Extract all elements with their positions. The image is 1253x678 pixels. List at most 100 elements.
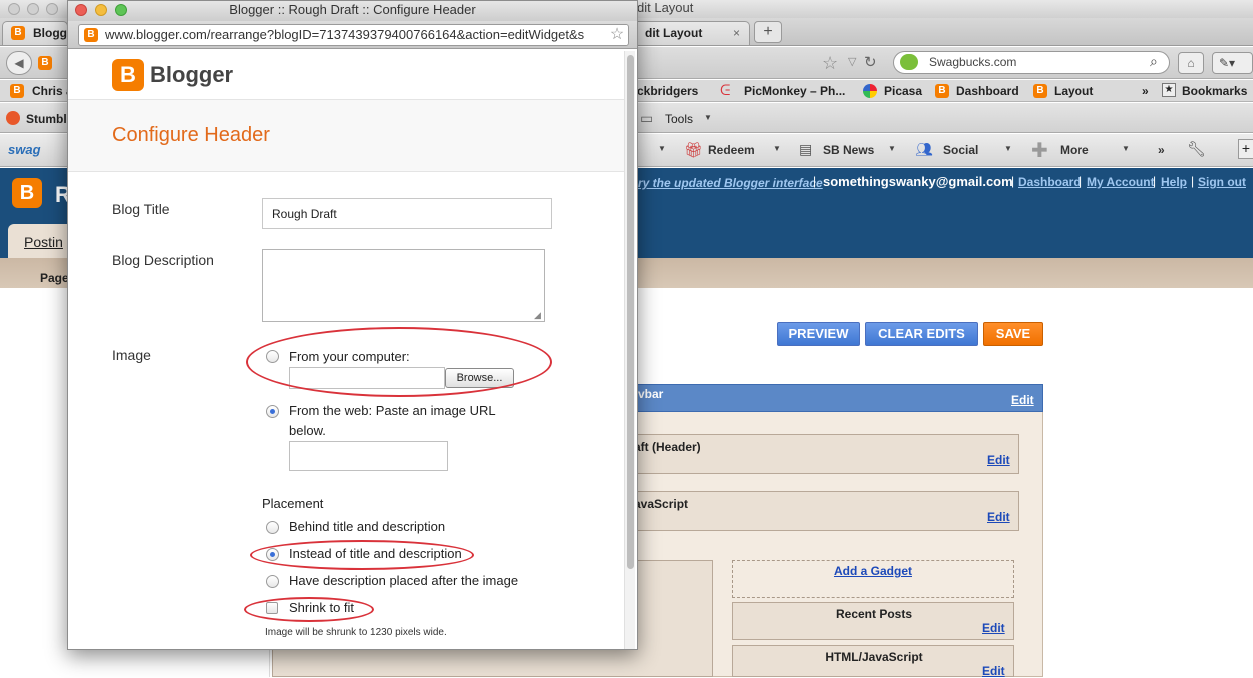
separator: | — [813, 174, 817, 188]
search-field[interactable]: Swagbucks.com ⌕ — [893, 51, 1170, 74]
from-web-label-continued: below. — [289, 423, 326, 438]
blogger-favicon-icon: B — [1033, 84, 1047, 98]
swagbucks-search-icon — [900, 54, 918, 70]
swagbucks-logo: swag — [8, 142, 41, 157]
home-icon[interactable]: ⌂ — [1178, 52, 1204, 74]
clear-edits-button[interactable]: CLEAR EDITS — [865, 322, 978, 346]
chevron-down-icon: ▼ — [704, 113, 712, 122]
pages-link[interactable]: Page — [40, 271, 69, 285]
new-tab-button[interactable]: + — [754, 21, 782, 43]
shrink-note: Image will be shrunk to 1230 pixels wide… — [265, 627, 447, 638]
bookmark-item[interactable]: Layout — [1054, 83, 1093, 99]
popup-title-bar: Blogger :: Rough Draft :: Configure Head… — [68, 1, 637, 21]
image-url-input[interactable] — [289, 441, 448, 471]
blogger-favicon-icon: B — [84, 28, 98, 42]
html-javascript-edit-link[interactable]: Edit — [982, 664, 1005, 678]
swagbar-overflow-button[interactable]: » — [1158, 142, 1165, 158]
my-account-link[interactable]: My Account — [1087, 175, 1155, 189]
more-button[interactable]: More — [1060, 142, 1089, 158]
pen-icon[interactable]: ✎▾ — [1212, 52, 1253, 74]
placement-after-radio[interactable] — [266, 575, 279, 588]
configure-header-popup: Blogger :: Rough Draft :: Configure Head… — [67, 0, 638, 650]
stumbleupon-icon — [6, 111, 20, 125]
sb-news-button[interactable]: SB News — [823, 142, 874, 158]
tools-menu[interactable]: Tools — [665, 112, 693, 126]
blogger-favicon-icon: B — [10, 84, 24, 98]
bookmark-star-icon[interactable]: ☆ — [822, 53, 838, 74]
url-input[interactable]: B www.blogger.com/rearrange?blogID=71374… — [78, 24, 629, 46]
picasa-icon — [863, 84, 877, 98]
search-icon[interactable]: ⌕ — [1150, 53, 1158, 70]
save-button[interactable]: SAVE — [983, 322, 1043, 346]
blogger-favicon-icon: B — [935, 84, 949, 98]
bookmark-star-icon[interactable]: ☆ — [607, 25, 627, 45]
bookmarks-menu[interactable]: Bookmarks — [1182, 83, 1247, 99]
url-favicon-icon: B — [38, 56, 52, 70]
popup-address-bar: B www.blogger.com/rearrange?blogID=71374… — [68, 21, 637, 49]
placement-behind-label: Behind title and description — [289, 519, 446, 534]
preview-button[interactable]: PREVIEW — [777, 322, 860, 346]
help-link[interactable]: Help — [1161, 175, 1187, 189]
try-new-interface-link[interactable]: ry the updated Blogger interface — [638, 176, 823, 190]
minimize-icon[interactable] — [27, 3, 39, 15]
bookmarks-overflow-button[interactable]: » — [1142, 83, 1149, 99]
popup-window-title: Blogger :: Rough Draft :: Configure Head… — [229, 2, 476, 17]
chevron-down-icon: ▼ — [773, 144, 781, 153]
from-web-radio[interactable] — [266, 405, 279, 418]
javascript-widget-label: avaScript — [634, 497, 689, 511]
add-gadget-link[interactable]: Add a Gadget — [834, 564, 912, 578]
tools-icon: ▭ — [640, 110, 654, 126]
tab-label: dit Layout — [645, 26, 703, 40]
add-icon[interactable]: + — [1238, 139, 1253, 159]
separator: | — [1079, 174, 1083, 188]
add-gadget-area[interactable]: Add a Gadget — [732, 560, 1014, 598]
javascript-edit-link[interactable]: Edit — [987, 510, 1010, 524]
tab-close-icon[interactable]: × — [733, 22, 740, 44]
blogger-logo-icon: B — [112, 59, 144, 91]
recent-posts-edit-link[interactable]: Edit — [982, 621, 1005, 635]
recent-posts-label: Recent Posts — [835, 607, 913, 621]
page-title: Configure Header — [112, 124, 270, 146]
search-input[interactable]: Swagbucks.com — [929, 55, 1016, 69]
bookmark-item[interactable]: ckbridgers — [637, 83, 698, 99]
annotation-oval-shrink — [244, 597, 374, 622]
blogger-favicon-icon: B — [11, 26, 25, 40]
recent-posts-widget: Recent Posts Edit — [732, 602, 1014, 640]
bookmark-item[interactable]: PicMonkey – Ph... — [744, 83, 845, 99]
people-icon: 👥︎ — [915, 141, 933, 157]
redeem-button[interactable]: Redeem — [708, 142, 755, 158]
reload-icon[interactable]: ↻ — [864, 53, 877, 71]
wrench-icon[interactable]: 🔧︎ — [1187, 140, 1206, 158]
dropdown-icon[interactable]: ▽ — [848, 55, 856, 68]
header-edit-link[interactable]: Edit — [987, 453, 1010, 467]
blog-description-label: Blog Description — [112, 252, 214, 268]
bookmarks-star-icon: ★ — [1162, 83, 1176, 97]
sign-out-link[interactable]: Sign out — [1198, 175, 1246, 189]
news-icon: ▤ — [799, 141, 813, 157]
bookmark-item[interactable]: Picasa — [884, 83, 922, 99]
account-email: somethingswanky@gmail.com — [823, 174, 1013, 189]
blog-description-textarea[interactable] — [262, 249, 545, 322]
plus-icon: ✚ — [1031, 140, 1048, 162]
chevron-down-icon: ▼ — [888, 144, 896, 153]
navbar-edit-link[interactable]: Edit — [1011, 393, 1034, 407]
back-button[interactable]: ◀ — [6, 51, 32, 75]
chevron-down-icon: ▼ — [1122, 144, 1130, 153]
blog-title-input[interactable]: Rough Draft — [262, 198, 552, 229]
url-text: www.blogger.com/rearrange?blogID=7137439… — [105, 27, 585, 42]
social-button[interactable]: Social — [943, 142, 978, 158]
bookmark-item[interactable]: Dashboard — [956, 83, 1019, 99]
zoom-icon[interactable] — [46, 3, 58, 15]
scrollbar-thumb[interactable] — [627, 55, 634, 569]
placement-behind-radio[interactable] — [266, 521, 279, 534]
placement-label: Placement — [262, 496, 324, 511]
dashboard-link[interactable]: Dashboard — [1018, 175, 1081, 189]
resize-handle-icon[interactable]: ◢ — [534, 310, 541, 321]
separator: | — [1011, 174, 1015, 188]
annotation-oval-instead — [250, 540, 474, 570]
gift-icon: 🎁︎ — [684, 142, 704, 159]
tab-blogger[interactable]: B Blogg — [2, 21, 68, 45]
html-javascript-widget: HTML/JavaScript Edit — [732, 645, 1014, 678]
popup-scrollbar[interactable] — [624, 51, 635, 649]
close-icon[interactable] — [8, 3, 20, 15]
